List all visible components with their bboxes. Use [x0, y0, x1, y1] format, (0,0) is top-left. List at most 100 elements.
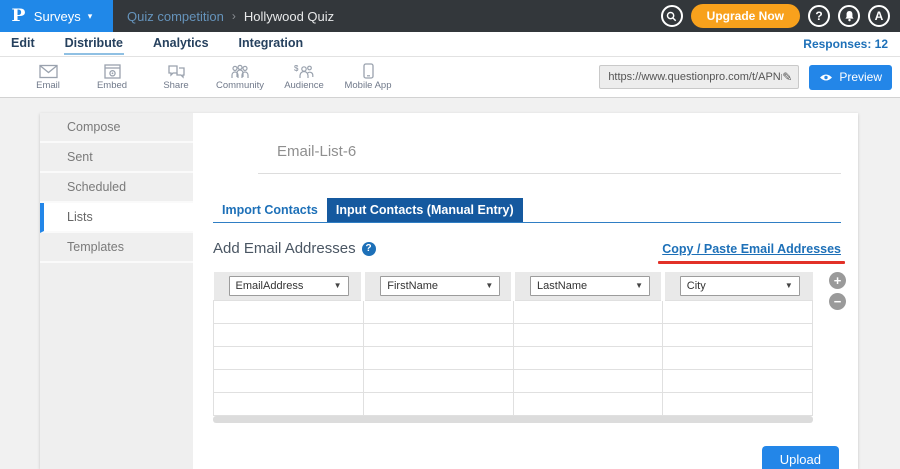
community-icon — [230, 64, 250, 79]
add-row-button[interactable]: + — [829, 272, 846, 289]
survey-url-input[interactable] — [608, 71, 782, 83]
tab-integration[interactable]: Integration — [238, 33, 305, 55]
table-row — [214, 392, 813, 415]
search-icon — [666, 11, 677, 22]
product-name: Surveys — [34, 9, 81, 24]
column-select-emailaddress[interactable]: EmailAddress ▼ — [229, 276, 349, 296]
table-row — [214, 323, 813, 346]
contact-cell[interactable] — [363, 300, 513, 323]
select-value: LastName — [537, 280, 587, 292]
tab-edit[interactable]: Edit — [10, 33, 36, 55]
contact-cell[interactable] — [663, 323, 813, 346]
page-background: Compose Sent Scheduled Lists Templates E… — [0, 98, 900, 469]
email-sidebar: Compose Sent Scheduled Lists Templates — [40, 113, 193, 469]
responses-count: Responses: 12 — [803, 37, 888, 51]
contact-cell[interactable] — [214, 369, 364, 392]
toolbar-item-audience[interactable]: $ Audience — [272, 64, 336, 91]
contacts-table-zone: EmailAddress ▼ FirstName▼ LastName ▼ City ▼… — [213, 272, 813, 423]
contact-cell[interactable] — [513, 346, 663, 369]
avatar[interactable]: A — [868, 5, 890, 27]
list-detail-panel: Email-List-6 Import Contacts Input Conta… — [193, 113, 858, 469]
toolbar-item-embed[interactable]: Embed — [80, 64, 144, 91]
breadcrumb-separator: › — [232, 9, 236, 23]
section-title: Add Email Addresses ? — [213, 240, 376, 257]
contact-cell[interactable] — [363, 346, 513, 369]
horizontal-scrollbar[interactable] — [213, 416, 813, 423]
share-icon — [167, 64, 186, 79]
help-icon[interactable]: ? — [362, 242, 376, 256]
contact-cell[interactable] — [663, 392, 813, 415]
top-bar: P Surveys ▾ Quiz competition › Hollywood… — [0, 0, 900, 32]
column-select-lastname[interactable]: LastName ▼ — [530, 276, 650, 296]
column-select-firstname[interactable]: FirstName▼ — [380, 276, 500, 296]
section-title-text: Add Email Addresses — [213, 240, 356, 257]
contact-cell[interactable] — [663, 346, 813, 369]
table-row — [214, 346, 813, 369]
tab-input-contacts-manual[interactable]: Input Contacts (Manual Entry) — [327, 198, 523, 222]
contact-cell[interactable] — [513, 392, 663, 415]
contacts-tabs: Import Contacts Input Contacts (Manual E… — [213, 198, 841, 223]
select-value: City — [687, 280, 706, 292]
questionpro-logo: P — [11, 6, 25, 26]
avatar-initial: A — [875, 9, 884, 23]
preview-label: Preview — [839, 70, 882, 84]
toolbar-item-email[interactable]: Email — [16, 64, 80, 91]
toolbar-right: ✎ Preview — [599, 65, 892, 90]
sidebar-item-lists[interactable]: Lists — [40, 203, 193, 233]
remove-row-button[interactable]: − — [829, 293, 846, 310]
embed-icon — [104, 64, 121, 79]
sidebar-item-sent[interactable]: Sent — [40, 143, 193, 173]
eye-icon — [819, 73, 833, 82]
notifications-button[interactable] — [838, 5, 860, 27]
edit-url-icon[interactable]: ✎ — [782, 70, 792, 84]
select-caret-icon: ▼ — [334, 281, 342, 290]
select-caret-icon: ▼ — [635, 281, 643, 290]
toolbar-label: Share — [163, 80, 188, 91]
select-caret-icon: ▼ — [785, 281, 793, 290]
breadcrumb-current: Hollywood Quiz — [244, 9, 334, 24]
contact-cell[interactable] — [363, 323, 513, 346]
contact-cell[interactable] — [663, 300, 813, 323]
tab-distribute[interactable]: Distribute — [64, 33, 124, 55]
copy-paste-link[interactable]: Copy / Paste Email Addresses — [662, 242, 841, 256]
sidebar-item-templates[interactable]: Templates — [40, 233, 193, 263]
sidebar-item-compose[interactable]: Compose — [40, 113, 193, 143]
toolbar-label: Email — [36, 80, 60, 91]
upload-button[interactable]: Upload — [762, 446, 839, 469]
toolbar-label: Mobile App — [344, 80, 391, 91]
breadcrumb-parent[interactable]: Quiz competition — [127, 9, 224, 24]
bell-icon — [844, 10, 855, 22]
contact-cell[interactable] — [513, 300, 663, 323]
column-select-city[interactable]: City ▼ — [680, 276, 800, 296]
contact-cell[interactable] — [513, 369, 663, 392]
list-name-title: Email-List-6 — [277, 143, 841, 160]
breadcrumb: Quiz competition › Hollywood Quiz — [127, 0, 334, 32]
contacts-table-header: EmailAddress ▼ FirstName▼ LastName ▼ City ▼ — [214, 272, 813, 300]
tab-analytics[interactable]: Analytics — [152, 33, 210, 55]
contacts-table: EmailAddress ▼ FirstName▼ LastName ▼ City ▼ — [213, 272, 813, 416]
contact-cell[interactable] — [663, 369, 813, 392]
contact-cell[interactable] — [513, 323, 663, 346]
select-value: FirstName — [387, 280, 438, 292]
surveys-menu[interactable]: P Surveys ▾ — [0, 0, 113, 32]
upgrade-now-button[interactable]: Upgrade Now — [691, 4, 800, 28]
help-button[interactable]: ? — [808, 5, 830, 27]
contact-cell[interactable] — [214, 300, 364, 323]
tab-import-contacts[interactable]: Import Contacts — [213, 198, 327, 222]
contact-cell[interactable] — [363, 369, 513, 392]
contact-cell[interactable] — [214, 392, 364, 415]
select-value: EmailAddress — [236, 280, 304, 292]
toolbar-item-community[interactable]: Community — [208, 64, 272, 91]
search-button[interactable] — [661, 5, 683, 27]
lists-card: Compose Sent Scheduled Lists Templates E… — [40, 113, 858, 469]
sidebar-item-scheduled[interactable]: Scheduled — [40, 173, 193, 203]
toolbar-item-mobile-app[interactable]: Mobile App — [336, 63, 400, 91]
toolbar-item-share[interactable]: Share — [144, 64, 208, 91]
contact-cell[interactable] — [363, 392, 513, 415]
red-annotation-underline — [658, 261, 845, 264]
table-row — [214, 300, 813, 323]
contact-cell[interactable] — [214, 346, 364, 369]
contact-cell[interactable] — [214, 323, 364, 346]
preview-button[interactable]: Preview — [809, 65, 892, 90]
audience-icon: $ — [294, 64, 314, 79]
